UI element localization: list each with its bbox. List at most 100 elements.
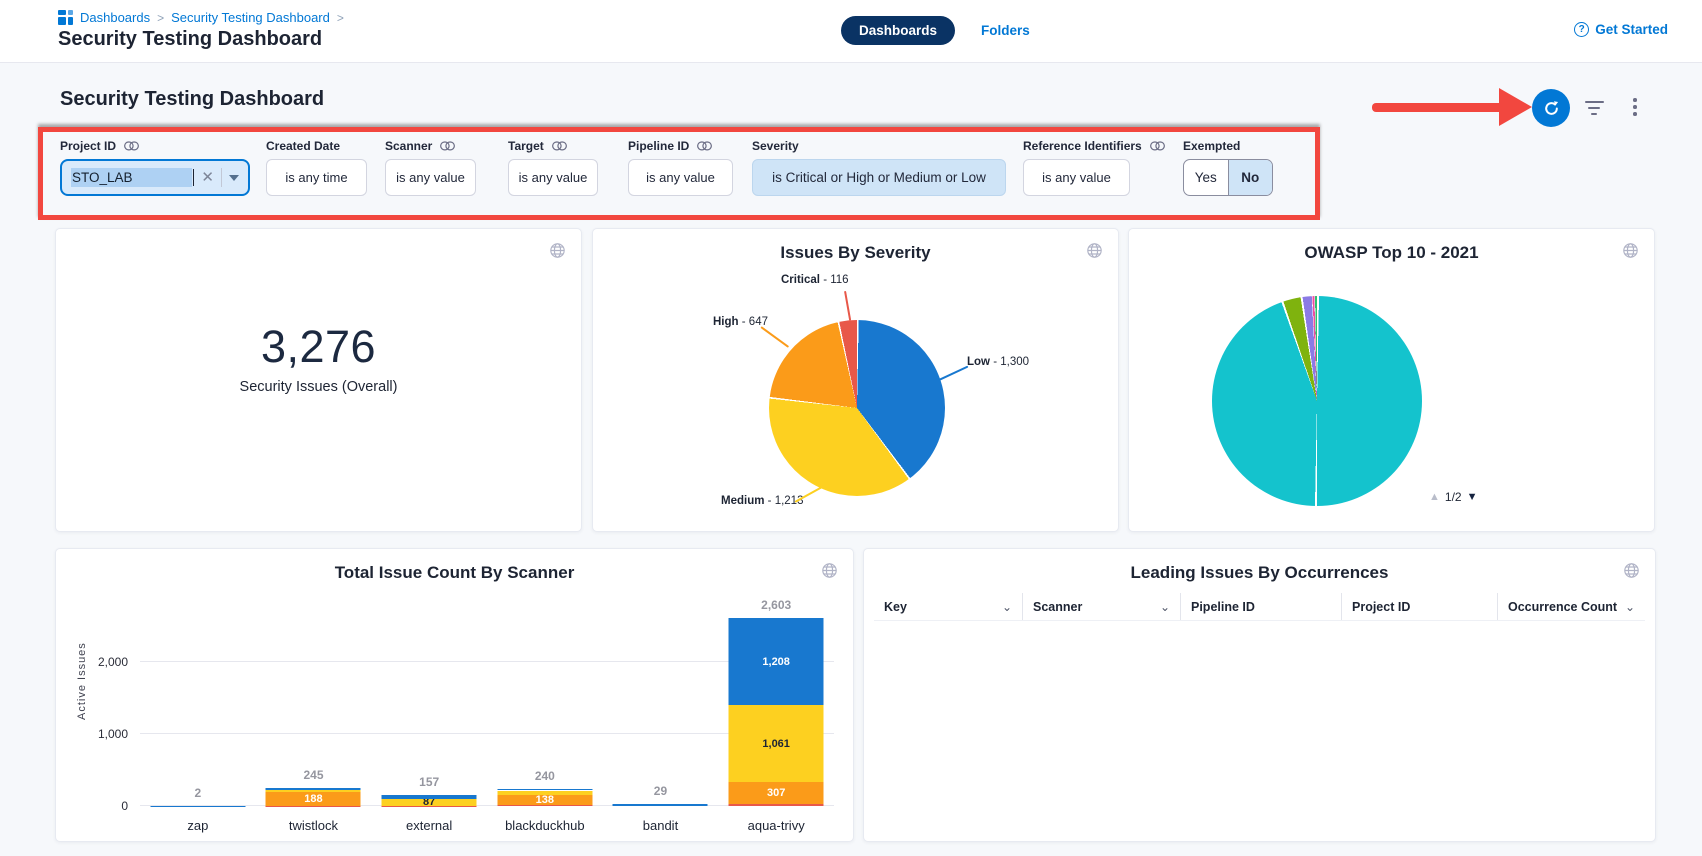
bar-segment-critical[interactable] (497, 805, 592, 806)
link-icon (697, 141, 712, 151)
column-header-scanner[interactable]: Scanner⌄ (1022, 593, 1180, 620)
breadcrumb-security-testing-dashboard[interactable]: Security Testing Dashboard (171, 10, 330, 25)
breadcrumb-dashboards[interactable]: Dashboards (80, 10, 150, 25)
bar-slot-aqua-trivy: 3071,0611,2082,603aqua-trivy (718, 601, 834, 806)
link-icon (1150, 141, 1165, 151)
globe-icon[interactable] (1086, 242, 1103, 259)
owasp-pie-chart[interactable] (1212, 296, 1422, 506)
pipeline-id-filter-button[interactable]: is any value (628, 159, 733, 196)
globe-icon[interactable] (821, 562, 838, 579)
column-header-pipeline-id: Pipeline ID (1180, 593, 1341, 620)
project-id-value[interactable]: STO_LAB (71, 168, 192, 187)
dashboard-filter-button[interactable] (1585, 101, 1605, 119)
bar-slot-blackduckhub: 138240blackduckhub (487, 601, 603, 806)
severity-filter-button[interactable]: is Critical or High or Medium or Low (752, 159, 1006, 196)
tab-dashboards[interactable]: Dashboards (841, 16, 955, 45)
tab-folders[interactable]: Folders (981, 23, 1030, 38)
refresh-icon (1542, 99, 1561, 118)
bar-total-label: 29 (613, 784, 708, 798)
bar-blackduckhub[interactable]: 138240 (497, 789, 592, 806)
y-tick-label: 0 (68, 799, 128, 813)
refresh-button[interactable] (1532, 89, 1570, 127)
filter-target-label: Target (508, 139, 544, 153)
bar-total-label: 157 (382, 775, 477, 789)
bar-segment-low[interactable] (729, 618, 824, 705)
card-leading-issues-by-occurrences: Leading Issues By Occurrences Key⌄Scanne… (863, 548, 1656, 842)
callout-medium: Medium - 1,213 (721, 495, 803, 507)
bar-bandit[interactable]: 29 (613, 804, 708, 806)
bar-segment-medium[interactable] (382, 799, 477, 805)
more-options-button[interactable] (1631, 98, 1639, 119)
bar-segment-low[interactable] (266, 788, 361, 790)
overall-issues-label: Security Issues (Overall) (56, 379, 581, 395)
filter-reference-identifiers-label: Reference Identifiers (1023, 139, 1142, 153)
dashboard-heading: Security Testing Dashboard (60, 88, 324, 111)
bar-total-label: 245 (266, 768, 361, 782)
get-started-label: Get Started (1595, 22, 1668, 37)
bar-segment-high[interactable] (266, 792, 361, 806)
bar-category-label: external (371, 818, 487, 833)
bar-segment-medium[interactable] (729, 705, 824, 782)
bar-slot-zap: 2zap (140, 601, 256, 806)
filter-severity: Severity is Critical or High or Medium o… (752, 139, 1006, 196)
bar-segment-low[interactable] (382, 795, 477, 800)
bar-segment-medium[interactable] (497, 791, 592, 795)
bar-category-label: bandit (603, 818, 719, 833)
bar-category-label: blackduckhub (487, 818, 603, 833)
created-date-filter-button[interactable]: is any time (266, 159, 367, 196)
chevron-down-icon[interactable] (229, 175, 239, 181)
breadcrumb-separator: > (157, 11, 164, 25)
globe-icon[interactable] (1622, 242, 1639, 259)
page-up-icon[interactable]: ▲ (1429, 491, 1440, 503)
page-title: Security Testing Dashboard (58, 28, 322, 51)
column-header-key[interactable]: Key⌄ (874, 593, 1022, 620)
severity-pie-chart[interactable] (769, 320, 945, 496)
bar-aqua-trivy[interactable]: 3071,0611,2082,603 (729, 618, 824, 806)
sort-chevron-icon: ⌄ (1625, 600, 1635, 614)
target-filter-button[interactable]: is any value (508, 159, 598, 196)
page-down-icon[interactable]: ▼ (1467, 491, 1478, 503)
bar-category-label: twistlock (256, 818, 372, 833)
page-indicator: 1/2 (1445, 490, 1462, 504)
get-started-link[interactable]: ? Get Started (1574, 22, 1668, 37)
bar-chart-title: Total Issue Count By Scanner (56, 563, 853, 583)
severity-chart-title: Issues By Severity (593, 243, 1118, 263)
callout-high: High - 647 (713, 316, 768, 328)
filter-exempted-label: Exempted (1183, 139, 1240, 153)
filter-pipeline-id: Pipeline ID is any value (628, 139, 733, 196)
help-icon: ? (1574, 22, 1589, 37)
scanner-filter-button[interactable]: is any value (385, 159, 476, 196)
bar-category-label: aqua-trivy (718, 818, 834, 833)
bar-segment-high[interactable] (497, 795, 592, 805)
filter-project-id: Project ID STO_LAB ✕ (60, 139, 250, 196)
bar-segment-critical[interactable] (729, 804, 824, 806)
sort-chevron-icon: ⌄ (1002, 600, 1012, 614)
link-icon (440, 141, 455, 151)
bar-external[interactable]: 87157 (382, 795, 477, 806)
bar-segment-low[interactable] (497, 789, 592, 791)
column-header-occurrence-count[interactable]: Occurrence Count⌄ (1497, 593, 1645, 620)
callout-line-critical (844, 291, 851, 321)
breadcrumb: Dashboards > Security Testing Dashboard … (58, 10, 344, 25)
filter-exempted: Exempted Yes No (1183, 139, 1273, 196)
exempted-toggle: Yes No (1183, 159, 1273, 196)
top-bar: Dashboards > Security Testing Dashboard … (0, 0, 1702, 63)
bar-zap[interactable]: 2 (150, 805, 245, 806)
owasp-chart-title: OWASP Top 10 - 2021 (1129, 243, 1654, 263)
project-id-input[interactable]: STO_LAB ✕ (60, 159, 250, 196)
reference-identifiers-filter-button[interactable]: is any value (1023, 159, 1130, 196)
globe-icon[interactable] (549, 242, 566, 259)
bar-segment-low[interactable] (613, 804, 708, 806)
bar-segment-medium[interactable] (266, 790, 361, 792)
globe-icon[interactable] (1623, 562, 1640, 579)
exempted-no-option[interactable]: No (1228, 160, 1273, 195)
exempted-yes-option[interactable]: Yes (1184, 160, 1228, 195)
top-tabs: Dashboards Folders (841, 16, 1030, 45)
bar-slot-twistlock: 188245twistlock (256, 601, 372, 806)
bar-segment-high[interactable] (729, 782, 824, 804)
bar-slot-bandit: 29bandit (603, 601, 719, 806)
clear-icon[interactable]: ✕ (201, 170, 214, 185)
bar-twistlock[interactable]: 188245 (266, 788, 361, 806)
card-owasp-top-10: OWASP Top 10 - 2021 ▲ 1/2 ▼ (1128, 228, 1655, 532)
owasp-pager: ▲ 1/2 ▼ (1429, 490, 1477, 504)
